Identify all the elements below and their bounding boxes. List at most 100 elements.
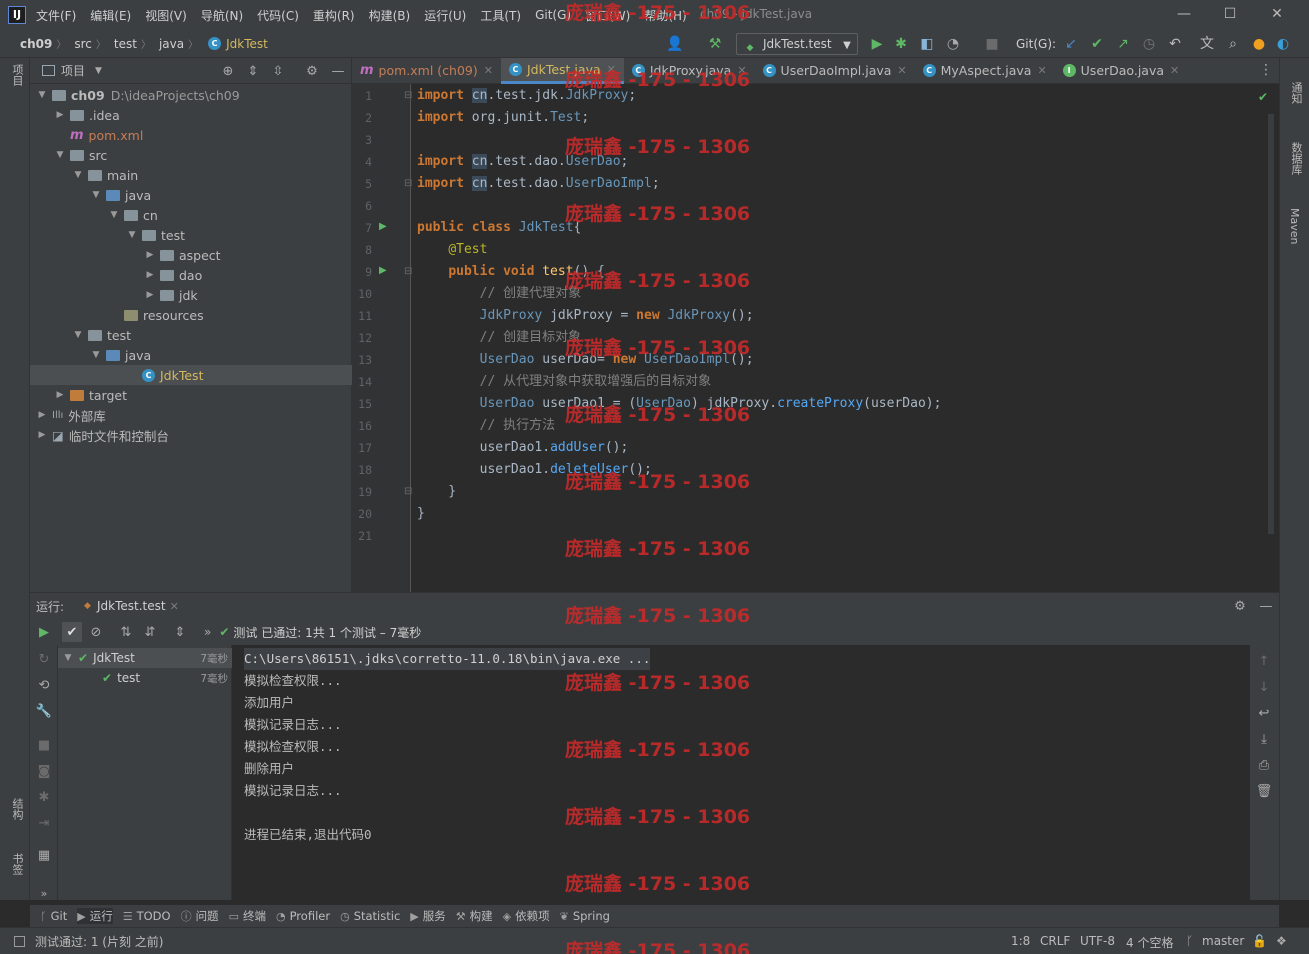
menu-item[interactable]: 重构(R) bbox=[313, 7, 355, 24]
hide-panel-icon[interactable]: — bbox=[1256, 596, 1276, 616]
chevron-right-icon[interactable]: ▶ bbox=[54, 390, 66, 400]
arrow-down-icon[interactable]: ↓ bbox=[1254, 677, 1274, 697]
tool-window-statistic[interactable]: ◷ Statistic bbox=[340, 909, 400, 923]
test-row[interactable]: ▼ ✔ JdkTest 7毫秒 bbox=[58, 648, 232, 668]
import-icon[interactable]: ⇥ bbox=[34, 813, 54, 833]
wrench-icon[interactable]: 🔧 bbox=[34, 701, 54, 721]
maven-tool-button[interactable]: Maven bbox=[1288, 208, 1301, 244]
breadcrumb-file[interactable]: JdkTest bbox=[226, 37, 268, 51]
tree-node[interactable]: ▼ src bbox=[30, 145, 352, 165]
chevron-right-icon[interactable]: ▶ bbox=[36, 410, 48, 420]
chevron-down-icon[interactable]: ▼ bbox=[90, 350, 102, 360]
coverage-icon[interactable]: ◧ bbox=[918, 35, 936, 53]
debug-icon[interactable]: ✱ bbox=[892, 35, 910, 53]
menu-item[interactable]: 文件(F) bbox=[36, 7, 76, 24]
chevron-down-icon[interactable]: ▼ bbox=[108, 210, 120, 220]
show-ignored-icon[interactable]: ⊘ bbox=[86, 622, 106, 642]
tool-window-dependencies[interactable]: ◈ 依赖项 bbox=[503, 908, 550, 924]
tool-window-profiler[interactable]: ◔ Profiler bbox=[276, 909, 330, 923]
test-row[interactable]: ✔ test 7毫秒 bbox=[58, 668, 232, 688]
tree-node[interactable]: ▼ test bbox=[30, 225, 352, 245]
tree-node[interactable]: ▶ ◪ 临时文件和控制台 bbox=[30, 425, 352, 445]
rerun-icon[interactable]: ▶ bbox=[34, 622, 54, 642]
run-icon[interactable]: ▶ bbox=[868, 35, 886, 53]
rollback-icon[interactable]: ↶ bbox=[1166, 35, 1184, 53]
git-push-icon[interactable]: ↗ bbox=[1114, 35, 1132, 53]
locate-icon[interactable]: ⊕ bbox=[218, 61, 238, 81]
tree-node[interactable]: ▶ .idea bbox=[30, 105, 352, 125]
run-class-icon[interactable]: ▶ bbox=[379, 221, 387, 232]
inspection-ok-icon[interactable]: ✔ bbox=[1258, 90, 1268, 104]
menu-item[interactable]: 代码(C) bbox=[257, 7, 299, 24]
expand-all-icon[interactable]: ⇕ bbox=[170, 622, 190, 642]
tree-node[interactable]: ▼ java bbox=[30, 185, 352, 205]
structure-tool-button[interactable]: 结构 bbox=[9, 798, 25, 820]
tree-node[interactable]: ▶ jdk bbox=[30, 285, 352, 305]
soft-wrap-icon[interactable]: ↩ bbox=[1254, 703, 1274, 723]
project-tool-button[interactable]: 项目 bbox=[9, 64, 25, 86]
profile-icon[interactable]: ◔ bbox=[944, 35, 962, 53]
history-icon[interactable]: ◷ bbox=[1140, 35, 1158, 53]
build-hammer-icon[interactable]: ⚒ bbox=[706, 35, 724, 53]
show-passed-icon[interactable]: ✔ bbox=[62, 622, 82, 642]
chevron-down-icon[interactable]: ▼ bbox=[54, 150, 66, 160]
chevron-down-icon[interactable]: ▼ bbox=[36, 90, 48, 100]
panel-toggle-icon[interactable] bbox=[14, 935, 25, 947]
chevron-down-icon[interactable]: ▼ bbox=[126, 230, 138, 240]
sort-alpha-icon[interactable]: ⇅ bbox=[116, 622, 136, 642]
breadcrumb-java[interactable]: java bbox=[159, 37, 184, 51]
menu-item[interactable]: 编辑(E) bbox=[90, 7, 131, 24]
close-tab-icon[interactable]: ✕ bbox=[1170, 64, 1179, 77]
camera-icon[interactable]: ◙ bbox=[34, 761, 54, 781]
tool-window-spring[interactable]: ❦ Spring bbox=[560, 909, 610, 923]
chevron-right-icon[interactable]: ▶ bbox=[144, 270, 156, 280]
chevron-down-icon[interactable]: ▼ bbox=[72, 170, 84, 180]
tool-window-build[interactable]: ⚒ 构建 bbox=[456, 908, 493, 924]
close-tab-icon[interactable]: ✕ bbox=[897, 64, 906, 77]
bookmarks-tool-button[interactable]: 书签 bbox=[9, 853, 25, 875]
tree-node[interactable]: ▶ dao bbox=[30, 265, 352, 285]
rerun-failed-icon[interactable]: ↻ bbox=[34, 649, 54, 669]
minimize-icon[interactable]: — bbox=[1172, 4, 1196, 24]
more-icon[interactable]: » bbox=[34, 883, 54, 903]
indent-setting[interactable]: 4 个空格 bbox=[1126, 934, 1173, 951]
tree-node[interactable]: ▶ target bbox=[30, 385, 352, 405]
close-tab-icon[interactable]: ✕ bbox=[1037, 64, 1046, 77]
menu-item[interactable]: 导航(N) bbox=[201, 7, 243, 24]
tree-node[interactable]: m pom.xml bbox=[30, 125, 352, 145]
chevron-right-icon[interactable]: ▶ bbox=[36, 430, 48, 440]
menu-item[interactable]: 运行(U) bbox=[424, 7, 466, 24]
more-icon[interactable]: » bbox=[204, 625, 211, 639]
tree-node[interactable]: ▼ java bbox=[30, 345, 352, 365]
caret-position[interactable]: 1:8 bbox=[1011, 934, 1030, 948]
project-panel-title[interactable]: 项目 bbox=[61, 62, 85, 79]
editor-tab[interactable]: C MyAspect.java ✕ bbox=[915, 58, 1055, 84]
notifications-tool-button[interactable]: 通知 bbox=[1288, 82, 1304, 104]
gear-icon[interactable]: ⚙ bbox=[302, 61, 322, 81]
memory-indicator-icon[interactable]: ❖ bbox=[1276, 934, 1287, 948]
tree-node[interactable]: ▶ Illı 外部库 bbox=[30, 405, 352, 425]
debug-icon[interactable]: ✱ bbox=[34, 787, 54, 807]
toggle-auto-test-icon[interactable]: ⟲ bbox=[34, 675, 54, 695]
editor-scrollbar[interactable] bbox=[1268, 114, 1274, 534]
breadcrumb-src[interactable]: src bbox=[74, 37, 92, 51]
stop-icon[interactable]: ■ bbox=[34, 735, 54, 755]
maximize-icon[interactable]: ☐ bbox=[1218, 4, 1242, 24]
chevron-down-icon[interactable]: ▼ bbox=[95, 66, 102, 76]
search-icon[interactable]: ⌕ bbox=[1224, 35, 1242, 53]
editor-tab[interactable]: I UserDao.java ✕ bbox=[1055, 58, 1188, 84]
git-update-icon[interactable]: ↙ bbox=[1062, 35, 1080, 53]
more-tabs-icon[interactable]: ⋮ bbox=[1259, 62, 1273, 78]
intellij-logo[interactable]: IJ bbox=[8, 6, 26, 24]
sort-duration-icon[interactable]: ⇵ bbox=[140, 622, 160, 642]
print-icon[interactable]: ⎙ bbox=[1254, 755, 1274, 775]
plugin-icon[interactable]: ◐ bbox=[1274, 35, 1292, 53]
tree-node[interactable]: ▶ aspect bbox=[30, 245, 352, 265]
run-tab[interactable]: JdkTest.test bbox=[97, 599, 166, 613]
tool-window-git[interactable]: ᚴ Git bbox=[40, 909, 67, 923]
arrow-up-icon[interactable]: ↑ bbox=[1254, 651, 1274, 671]
file-encoding[interactable]: UTF-8 bbox=[1080, 934, 1115, 948]
tree-node[interactable]: ▼ main bbox=[30, 165, 352, 185]
chevron-right-icon[interactable]: ▶ bbox=[144, 250, 156, 260]
tree-node[interactable]: ▼ test bbox=[30, 325, 352, 345]
